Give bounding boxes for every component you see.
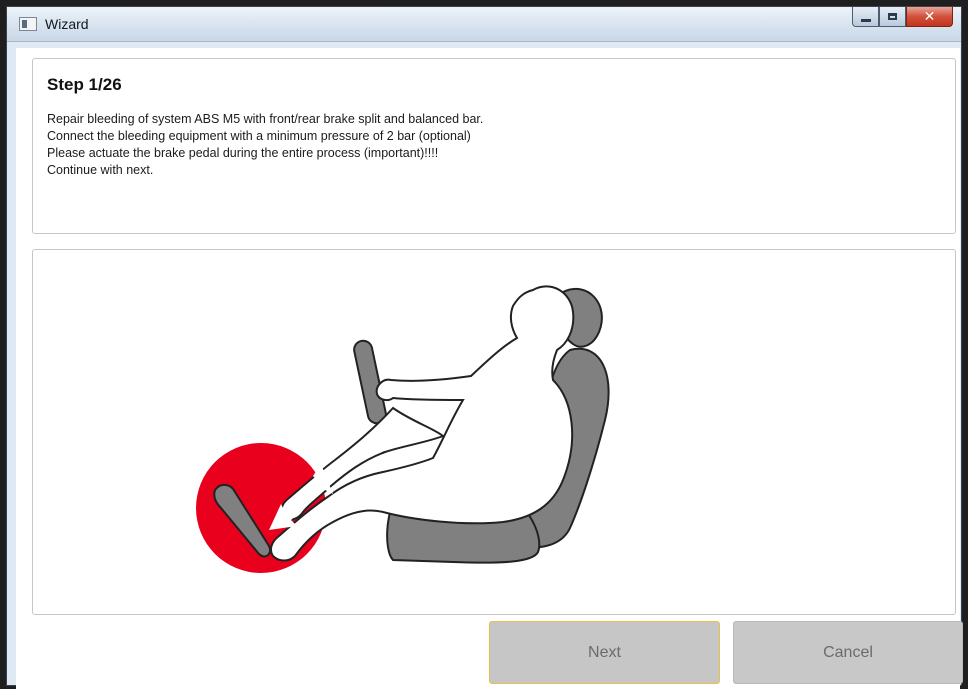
illustration-panel xyxy=(32,249,956,615)
app-icon xyxy=(19,17,37,31)
title-bar[interactable]: Wizard ✕ xyxy=(7,7,961,42)
window-title: Wizard xyxy=(45,16,89,32)
instruction-line: Connect the bleeding equipment with a mi… xyxy=(47,129,471,143)
instruction-line: Continue with next. xyxy=(47,163,154,177)
next-button[interactable]: Next xyxy=(489,621,720,684)
step-title: Step 1/26 xyxy=(47,75,122,94)
instruction-line: Repair bleeding of system ABS M5 with fr… xyxy=(47,112,484,126)
brake-pedal-illustration xyxy=(196,285,610,573)
instruction-text: Repair bleeding of system ABS M5 with fr… xyxy=(47,111,483,179)
cancel-button[interactable]: Cancel xyxy=(733,621,963,684)
wizard-window: Wizard ✕ Step 1/26 Repair bleeding of sy… xyxy=(6,6,963,689)
instruction-line: Please actuate the brake pedal during th… xyxy=(47,146,439,160)
maximize-icon xyxy=(888,13,897,20)
close-button[interactable]: ✕ xyxy=(906,7,953,27)
wizard-content: Step 1/26 Repair bleeding of system ABS … xyxy=(16,48,963,689)
minimize-icon xyxy=(860,18,871,22)
caption-buttons: ✕ xyxy=(852,7,953,29)
close-icon: ✕ xyxy=(923,8,936,25)
instruction-panel: Step 1/26 Repair bleeding of system ABS … xyxy=(32,58,956,234)
maximize-button[interactable] xyxy=(879,7,906,27)
minimize-button[interactable] xyxy=(852,7,879,27)
